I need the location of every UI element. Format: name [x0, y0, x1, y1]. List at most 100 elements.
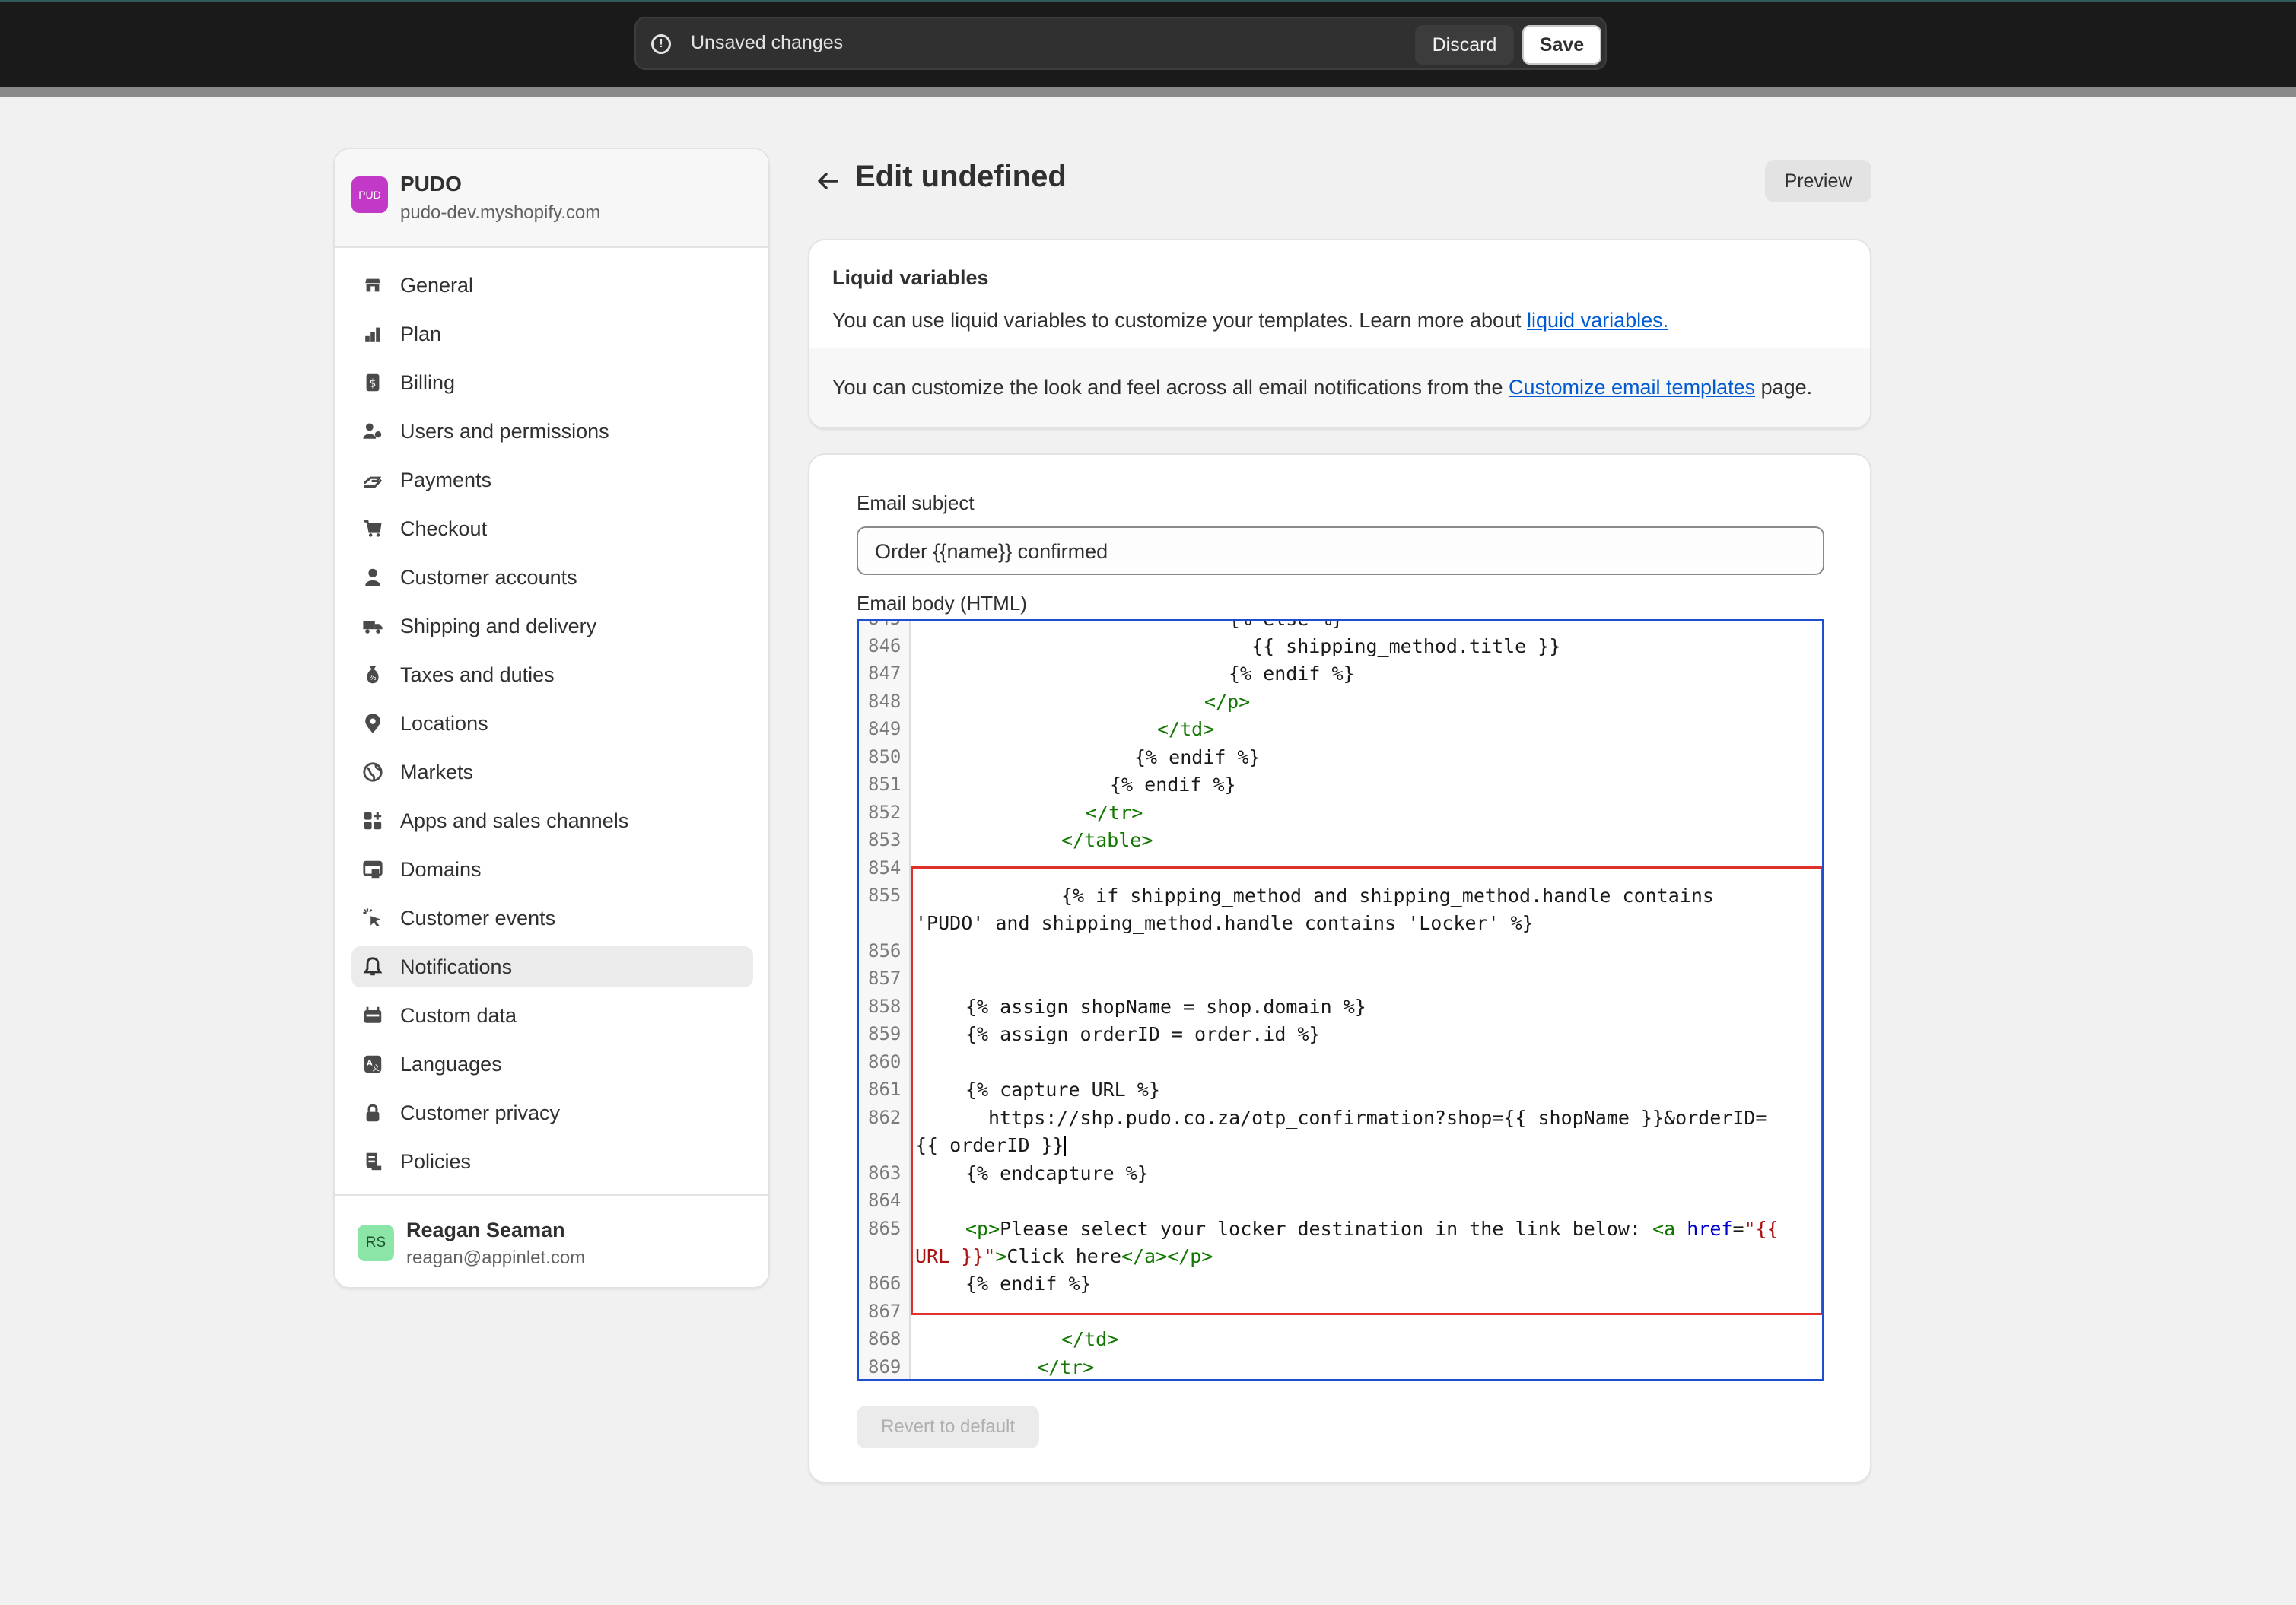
- code-line: </tr>: [1037, 1356, 1095, 1378]
- line-number: 850: [868, 746, 902, 768]
- users-icon: [363, 423, 382, 439]
- cart-icon: [364, 520, 382, 537]
- sidebar-item-checkout[interactable]: Checkout: [351, 508, 753, 549]
- sidebar-item-payments[interactable]: Payments: [351, 459, 753, 501]
- cursor-click-icon: [363, 908, 380, 927]
- liquid-variables-link[interactable]: liquid variables.: [1527, 309, 1668, 332]
- email-subject-input[interactable]: Order {{name}} confirmed: [857, 526, 1824, 575]
- code-line: {{ shipping_method.title }}: [1251, 635, 1561, 657]
- sidebar-item-shipping[interactable]: Shipping and delivery: [351, 605, 753, 647]
- code-line: {% endif %}: [1134, 746, 1261, 768]
- liquid-variables-card: Liquid variables You can use liquid vari…: [808, 239, 1871, 429]
- svg-text:$: $: [370, 378, 377, 390]
- store-domain: pudo-dev.myshopify.com: [400, 202, 601, 223]
- alert-circle-icon: !: [651, 34, 671, 54]
- line-number: 862: [868, 1107, 902, 1128]
- sidebar-item-billing[interactable]: $ Billing: [351, 362, 753, 403]
- line-number: 867: [868, 1301, 902, 1322]
- code-line: {% endif %}: [1110, 774, 1236, 796]
- store-switcher[interactable]: PUD PUDO pudo-dev.myshopify.com: [335, 149, 768, 248]
- sidebar-item-label: Taxes and duties: [400, 663, 555, 686]
- apps-icon: [364, 812, 382, 830]
- sidebar-item-label: Customer privacy: [400, 1101, 561, 1124]
- sidebar-item-languages[interactable]: A文 Languages: [351, 1044, 753, 1085]
- sidebar-item-locations[interactable]: Locations: [351, 703, 753, 744]
- code-line: </p>: [1204, 691, 1251, 713]
- line-number: 855: [868, 885, 902, 906]
- top-bar-divider: [0, 87, 2296, 97]
- code-line: </td>: [1061, 1328, 1119, 1350]
- back-arrow-icon[interactable]: [811, 164, 844, 198]
- sidebar-item-label: Users and permissions: [400, 420, 609, 443]
- sidebar-item-label: Customer accounts: [400, 566, 577, 589]
- line-number: 856: [868, 940, 902, 961]
- line-number: 853: [868, 829, 902, 850]
- email-body-code-editor[interactable]: 845 846 847 848 849 850 851 852 853 854 …: [857, 619, 1824, 1381]
- svg-text:文: 文: [372, 1063, 380, 1073]
- sidebar-item-customer-accounts[interactable]: Customer accounts: [351, 557, 753, 598]
- sidebar-item-label: Checkout: [400, 517, 488, 540]
- line-number: 849: [868, 718, 902, 739]
- sidebar-item-taxes[interactable]: % Taxes and duties: [351, 654, 753, 695]
- line-number-gutter: 845 846 847 848 849 850 851 852 853 854 …: [859, 621, 911, 1379]
- tax-icon: %: [367, 666, 379, 684]
- line-number: 847: [868, 663, 902, 684]
- line-number: 866: [868, 1273, 902, 1294]
- unsaved-changes-title: Unsaved changes: [691, 32, 844, 53]
- code-line: </td>: [1157, 718, 1215, 740]
- liquid-variables-description: You can use liquid variables to customiz…: [832, 309, 1668, 332]
- plan-icon: [365, 327, 380, 342]
- line-number: 851: [868, 774, 902, 795]
- save-button[interactable]: Save: [1522, 25, 1601, 65]
- customize-text-before: You can customize the look and feel acro…: [832, 376, 1509, 399]
- person-icon: [365, 568, 380, 586]
- unsaved-changes-bar: ! Unsaved changes Discard Save: [634, 17, 1607, 70]
- line-number: 863: [868, 1162, 902, 1184]
- language-icon: A文: [364, 1055, 382, 1073]
- store-icon: [365, 278, 380, 292]
- payments-icon: [363, 476, 383, 488]
- line-number: 860: [868, 1051, 902, 1073]
- custom-data-icon: [364, 1006, 382, 1023]
- sidebar-item-label: Plan: [400, 323, 442, 345]
- sidebar-item-customer-privacy[interactable]: Customer privacy: [351, 1092, 753, 1133]
- code-line: </tr>: [1086, 802, 1143, 824]
- sidebar-item-apps[interactable]: Apps and sales channels: [351, 800, 753, 841]
- sidebar-item-markets[interactable]: Markets: [351, 752, 753, 793]
- customize-email-templates-link[interactable]: Customize email templates: [1509, 376, 1755, 399]
- location-pin-icon: [365, 714, 380, 733]
- lock-icon: [366, 1104, 380, 1122]
- line-number: 859: [868, 1023, 902, 1044]
- email-body-label: Email body (HTML): [857, 592, 1027, 615]
- sidebar-item-label: Customer events: [400, 907, 556, 930]
- sidebar-item-label: Apps and sales channels: [400, 809, 629, 832]
- domains-icon: [363, 860, 383, 879]
- sidebar-item-notifications[interactable]: Notifications: [351, 946, 753, 987]
- revert-to-default-button[interactable]: Revert to default: [857, 1406, 1039, 1448]
- sidebar-item-users[interactable]: Users and permissions: [351, 411, 753, 452]
- preview-button[interactable]: Preview: [1765, 160, 1871, 202]
- sidebar-item-plan[interactable]: Plan: [351, 313, 753, 354]
- sidebar-item-general[interactable]: General: [351, 265, 753, 306]
- liquid-variables-title: Liquid variables: [832, 266, 989, 289]
- store-avatar: PUD: [351, 176, 388, 213]
- sidebar-item-custom-data[interactable]: Custom data: [351, 995, 753, 1036]
- sidebar-item-label: Domains: [400, 858, 482, 881]
- line-number: 864: [868, 1190, 902, 1211]
- line-number: 865: [868, 1218, 902, 1239]
- sidebar-item-policies[interactable]: Policies: [351, 1141, 753, 1182]
- sidebar-item-label: Custom data: [400, 1004, 517, 1027]
- discard-button[interactable]: Discard: [1415, 25, 1514, 65]
- sidebar-divider: [335, 1194, 768, 1196]
- page-title: Edit undefined: [855, 160, 1067, 193]
- liquid-variables-text: You can use liquid variables to customiz…: [832, 309, 1528, 332]
- code-line: {% else %}: [1229, 621, 1344, 630]
- line-number: 846: [868, 635, 902, 656]
- svg-text:%: %: [369, 674, 376, 682]
- sidebar-item-label: Billing: [400, 371, 456, 394]
- customize-templates-text: You can customize the look and feel acro…: [832, 376, 1812, 399]
- sidebar-item-domains[interactable]: Domains: [351, 849, 753, 890]
- sidebar-item-customer-events[interactable]: Customer events: [351, 898, 753, 939]
- customize-templates-banner: You can customize the look and feel acro…: [809, 348, 1870, 427]
- highlighted-code-region: [911, 866, 1822, 1315]
